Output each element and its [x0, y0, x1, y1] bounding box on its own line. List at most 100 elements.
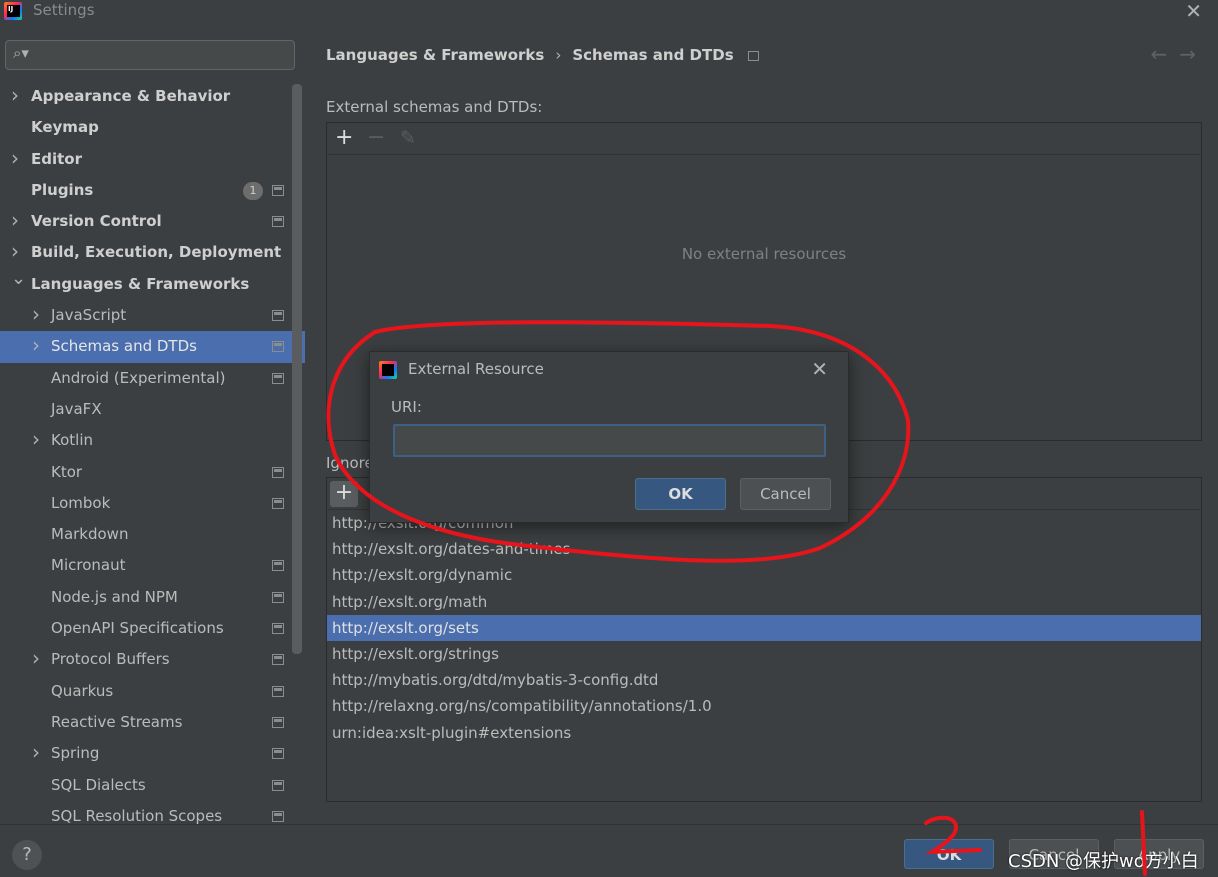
sidebar-item-label: Markdown	[51, 525, 129, 544]
dialog-close-icon[interactable]: ✕	[811, 357, 828, 381]
sidebar-item[interactable]: › Kotlin	[0, 425, 292, 456]
sidebar-item[interactable]: › Schemas and DTDs	[0, 330, 305, 363]
ignored-uri-row[interactable]: http://exslt.org/sets	[327, 614, 1201, 641]
remove-icon[interactable]: −	[367, 125, 385, 150]
project-scope-icon	[272, 654, 284, 666]
chevron-right-icon[interactable]: ›	[32, 424, 40, 455]
project-scope-icon	[272, 748, 284, 760]
external-resource-dialog: External Resource ✕ URI: OK Cancel	[369, 351, 849, 523]
add-icon[interactable]: +	[335, 125, 353, 150]
sidebar-scrollbar[interactable]	[292, 84, 302, 654]
breadcrumb: Languages & Frameworks › Schemas and DTDs	[326, 46, 759, 64]
project-scope-icon	[272, 184, 284, 196]
project-scope-icon	[272, 341, 284, 353]
chevron-right-icon[interactable]: ›	[32, 737, 40, 768]
ignored-uri-list: http://exslt.org/common http://exslt.org/…	[327, 510, 1201, 746]
sidebar-item[interactable]: SQL Dialects	[0, 770, 292, 801]
sidebar-item-label: Android (Experimental)	[51, 368, 226, 387]
project-scope-icon	[272, 466, 284, 478]
settings-search-input[interactable]: ⌕▾	[5, 40, 295, 70]
sidebar-item[interactable]: ⌄ Languages & Frameworks	[0, 268, 292, 300]
sidebar-item[interactable]: › Editor	[0, 144, 292, 175]
sidebar-item-label: Keymap	[31, 118, 99, 137]
ignored-uri-row[interactable]: http://exslt.org/math	[327, 589, 1201, 615]
sidebar-item-label: Protocol Buffers	[51, 650, 170, 669]
add-ignored-uri-button[interactable]: +	[330, 481, 358, 507]
ignored-uri-row[interactable]: urn:idea:xslt-plugin#extensions	[327, 720, 1201, 746]
chevron-right-icon[interactable]: ›	[32, 643, 40, 674]
sidebar-item[interactable]: Ktor	[0, 457, 292, 488]
sidebar-item[interactable]: › Appearance & Behavior	[0, 81, 292, 112]
external-schemas-toolbar: + − ✎	[327, 123, 1201, 155]
help-icon[interactable]: ?	[12, 840, 42, 870]
sidebar-item-label: Quarkus	[51, 681, 114, 700]
sidebar-item[interactable]: Reactive Streams	[0, 707, 292, 738]
sidebar-item[interactable]: › Version Control	[0, 206, 292, 237]
intellij-app-icon	[379, 361, 397, 379]
sidebar-item-label: OpenAPI Specifications	[51, 619, 224, 638]
chevron-right-icon[interactable]: ›	[32, 330, 40, 361]
project-scope-icon	[272, 591, 284, 603]
close-icon[interactable]: ✕	[1185, 0, 1202, 23]
project-scope-icon	[272, 685, 284, 697]
sidebar-item[interactable]: JavaFX	[0, 394, 292, 425]
sidebar-item[interactable]: OpenAPI Specifications	[0, 613, 292, 644]
sidebar-item[interactable]: › Protocol Buffers	[0, 644, 292, 675]
chevron-down-icon[interactable]: ⌄	[11, 263, 26, 294]
update-count-badge: 1	[243, 181, 263, 200]
ignored-uri-row[interactable]: http://relaxng.org/ns/compatibility/anno…	[327, 693, 1201, 719]
edit-icon[interactable]: ✎	[400, 127, 416, 149]
project-scope-icon	[272, 716, 284, 728]
chevron-right-icon[interactable]: ›	[11, 205, 19, 236]
dialog-footer: ? OK Cancel Apply CSDN @保护wo方小白	[0, 824, 1218, 877]
settings-tree: › Appearance & Behavior Keymap › Editor Plugi…	[0, 81, 305, 832]
chevron-right-icon[interactable]: ›	[32, 299, 40, 330]
project-scope-icon	[747, 50, 759, 61]
project-scope-icon	[272, 560, 284, 572]
sidebar-item[interactable]: Quarkus	[0, 676, 292, 707]
sidebar-item-label: Ktor	[51, 462, 83, 481]
sidebar-item-label: JavaScript	[51, 306, 127, 325]
breadcrumb-parent[interactable]: Languages & Frameworks	[326, 46, 544, 64]
ignored-uri-row[interactable]: http://exslt.org/dates-and-times	[327, 536, 1201, 562]
history-navigation: ←→	[1150, 42, 1208, 66]
sidebar-item[interactable]: Node.js and NPM	[0, 582, 292, 613]
sidebar-item[interactable]: Micronaut	[0, 550, 292, 581]
sidebar-item[interactable]: Android (Experimental)	[0, 363, 292, 394]
back-arrow-icon[interactable]: ←	[1150, 42, 1179, 66]
sidebar-item[interactable]: › Build, Execution, Deployment	[0, 237, 292, 268]
sidebar-item-label: Kotlin	[51, 431, 93, 450]
ignored-uri-row[interactable]: http://exslt.org/strings	[327, 641, 1201, 667]
sidebar-item-label: Appearance & Behavior	[31, 87, 231, 105]
sidebar-item[interactable]: Lombok	[0, 488, 292, 519]
uri-input[interactable]	[393, 424, 826, 457]
csdn-watermark: CSDN @保护wo方小白	[1008, 851, 1199, 872]
sidebar-item-label: Version Control	[31, 212, 162, 231]
sidebar-item[interactable]: › JavaScript	[0, 300, 292, 331]
forward-arrow-icon[interactable]: →	[1179, 42, 1208, 66]
external-schemas-label: External schemas and DTDs:	[326, 98, 543, 116]
ignored-uri-row[interactable]: http://mybatis.org/dtd/mybatis-3-config.…	[327, 667, 1201, 693]
footer-ok-button[interactable]: OK	[904, 839, 994, 869]
sidebar-item-label: Micronaut	[51, 556, 126, 575]
sidebar-item-label: Plugins	[31, 180, 94, 199]
sidebar-item[interactable]: Markdown	[0, 519, 292, 550]
project-scope-icon	[272, 216, 284, 228]
sidebar-item-label: Spring	[51, 744, 100, 763]
search-icon: ⌕▾	[13, 44, 29, 62]
intellij-app-icon	[4, 2, 22, 20]
sidebar-item-label: JavaFX	[51, 399, 102, 418]
sidebar-item-label: Editor	[31, 149, 82, 168]
sidebar-item[interactable]: Plugins 1	[0, 175, 292, 206]
chevron-right-icon[interactable]: ›	[11, 80, 19, 111]
sidebar-item[interactable]: Keymap	[0, 112, 292, 143]
sidebar-item-label: Schemas and DTDs	[51, 337, 197, 356]
sidebar-item[interactable]: › Spring	[0, 738, 292, 769]
sidebar-item-label: SQL Dialects	[51, 775, 146, 794]
project-scope-icon	[272, 810, 284, 822]
sidebar-item-label: Lombok	[51, 493, 111, 512]
ignored-uri-row[interactable]: http://exslt.org/dynamic	[327, 562, 1201, 588]
dialog-cancel-button[interactable]: Cancel	[740, 478, 831, 510]
dialog-ok-button[interactable]: OK	[635, 478, 726, 510]
chevron-right-icon[interactable]: ›	[11, 143, 19, 174]
